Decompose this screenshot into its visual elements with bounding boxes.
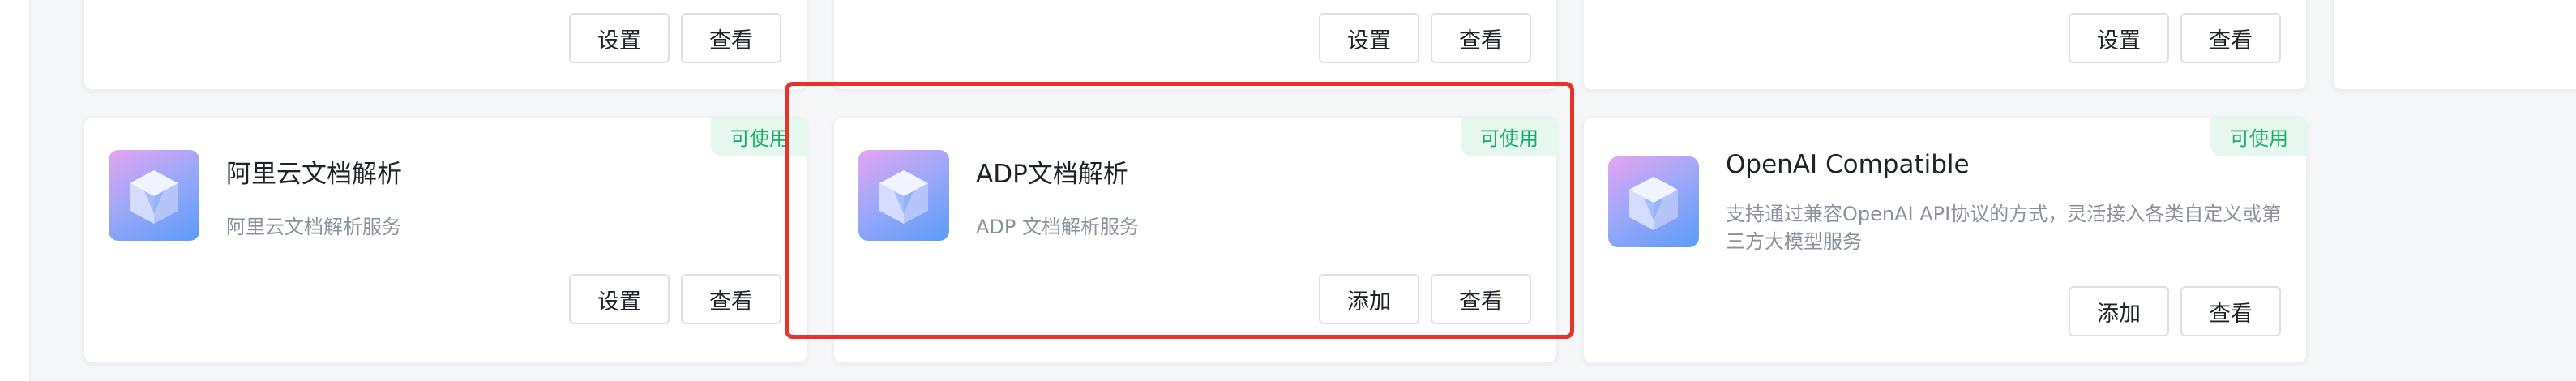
card-title: ADP文档解析 bbox=[976, 160, 1128, 189]
card-title: OpenAI Compatible bbox=[1726, 150, 1970, 179]
view-button[interactable]: 查看 bbox=[1431, 13, 1531, 63]
card-title: 阿里云文档解析 bbox=[226, 160, 402, 189]
add-button[interactable]: 添加 bbox=[2069, 286, 2169, 336]
card-description: ADP 文档解析服务 bbox=[976, 216, 1139, 238]
card-description: 支持通过兼容OpenAI API协议的方式，灵活接入各类自定义或第三方大模型服务 bbox=[1726, 203, 2282, 253]
provider-grid: 设置 查看 设置 查看 设置 查看 可使用 阿里云文档解析 阿里云文档解析服务 … bbox=[0, 0, 2576, 381]
provider-card-aliyun: 可使用 阿里云文档解析 阿里云文档解析服务 设置 查看 bbox=[83, 116, 808, 364]
status-badge: 可使用 bbox=[2210, 116, 2308, 156]
sidebar-edge bbox=[0, 0, 31, 381]
status-badge: 可使用 bbox=[711, 116, 808, 156]
view-button[interactable]: 查看 bbox=[2180, 286, 2281, 336]
cube-icon bbox=[1608, 156, 1699, 247]
provider-card-adp: 可使用 ADP文档解析 ADP 文档解析服务 添加 查看 bbox=[832, 116, 1558, 364]
view-button[interactable]: 查看 bbox=[681, 13, 781, 63]
settings-button[interactable]: 设置 bbox=[2069, 13, 2169, 63]
status-badge: 可使用 bbox=[1461, 116, 1558, 156]
settings-button[interactable]: 设置 bbox=[569, 13, 670, 63]
settings-button[interactable]: 设置 bbox=[1319, 13, 1419, 63]
add-button[interactable]: 添加 bbox=[1319, 274, 1419, 324]
provider-card-top-3: 设置 查看 bbox=[1582, 0, 2308, 91]
provider-card-openai-compatible: 可使用 OpenAI Compatible 支持通过兼容OpenAI API协议… bbox=[1582, 116, 2308, 364]
cube-icon bbox=[109, 150, 199, 241]
provider-card-top-2: 设置 查看 bbox=[832, 0, 1558, 91]
view-button[interactable]: 查看 bbox=[1431, 274, 1531, 324]
provider-card-top-1: 设置 查看 bbox=[83, 0, 808, 91]
view-button[interactable]: 查看 bbox=[2180, 13, 2281, 63]
settings-button[interactable]: 设置 bbox=[569, 274, 670, 324]
view-button[interactable]: 查看 bbox=[681, 274, 781, 324]
cube-icon bbox=[858, 150, 949, 241]
card-description: 阿里云文档解析服务 bbox=[226, 216, 401, 238]
provider-card-top-4 bbox=[2332, 0, 2576, 91]
